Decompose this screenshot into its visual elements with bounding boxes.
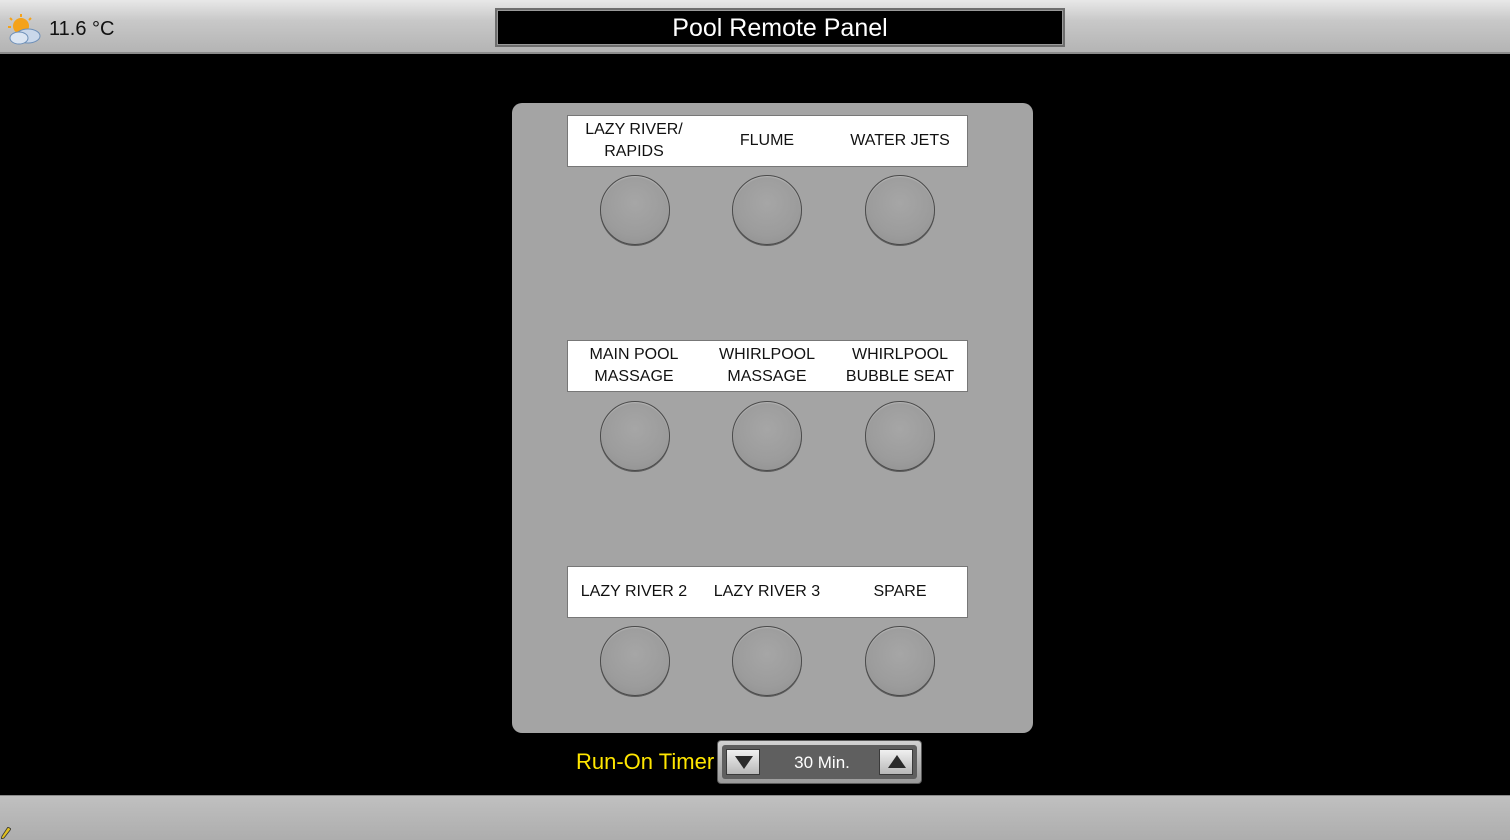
flume-button[interactable]	[732, 175, 802, 245]
main-pool-massage-button[interactable]	[600, 401, 670, 471]
label-whirlpool-massage: WHIRLPOOL MASSAGE	[718, 346, 815, 385]
label-whirlpool-bubble-seat: WHIRLPOOL BUBBLE SEAT	[845, 346, 955, 385]
run-on-timer-control: 30 Min.	[717, 740, 922, 784]
label-strip-row-1: LAZY RIVER/ RAPIDS FLUME WATER JETS	[567, 115, 968, 167]
spare-button[interactable]	[865, 626, 935, 696]
water-jets-button[interactable]	[865, 175, 935, 245]
page-title: Pool Remote Panel	[495, 8, 1065, 47]
whirlpool-bubble-seat-button[interactable]	[865, 401, 935, 471]
bottom-bar	[0, 795, 1510, 840]
run-on-timer-label: Run-On Timer	[576, 749, 715, 774]
timer-increase-button[interactable]	[879, 749, 913, 775]
label-water-jets: WATER JETS	[850, 132, 950, 149]
label-strip-row-2: MAIN POOL MASSAGE WHIRLPOOL MASSAGE WHIR…	[567, 340, 968, 392]
label-lazy-river-3: LAZY RIVER 3	[713, 583, 821, 600]
whirlpool-massage-button[interactable]	[732, 401, 802, 471]
timer-decrease-button[interactable]	[726, 749, 760, 775]
lazy-river-3-button[interactable]	[732, 626, 802, 696]
top-bar: 11.6 °C Pool Remote Panel	[0, 0, 1510, 54]
label-lazy-river-2: LAZY RIVER 2	[580, 583, 688, 600]
lazy-river-rapids-button[interactable]	[600, 175, 670, 245]
label-strip-row-3: LAZY RIVER 2 LAZY RIVER 3 SPARE	[567, 566, 968, 618]
label-spare: SPARE	[873, 583, 927, 600]
temperature-readout: 11.6 °C	[49, 18, 115, 40]
pencil-icon	[1, 827, 11, 839]
control-panel: LAZY RIVER/ RAPIDS FLUME WATER JETS MAIN…	[512, 103, 1033, 733]
triangle-up-icon	[888, 755, 906, 768]
timer-value: 30 Min.	[794, 753, 850, 772]
timer-inner: 30 Min.	[722, 745, 917, 779]
label-lazy-river-rapids: LAZY RIVER/ RAPIDS	[585, 121, 683, 160]
label-flume: FLUME	[739, 132, 795, 149]
label-main-pool-massage: MAIN POOL MASSAGE	[589, 346, 679, 385]
triangle-down-icon	[735, 756, 753, 769]
lazy-river-2-button[interactable]	[600, 626, 670, 696]
partly-cloudy-icon	[8, 14, 41, 45]
